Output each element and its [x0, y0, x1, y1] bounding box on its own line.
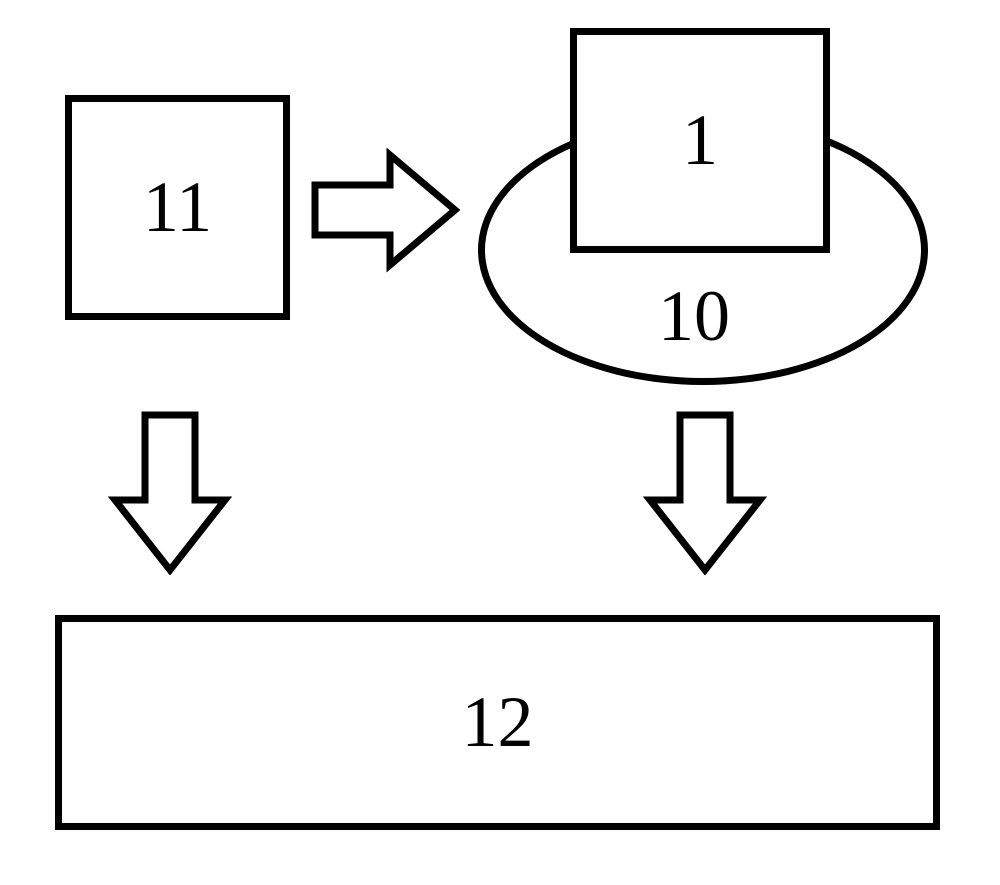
ellipse-10-label: 10 — [658, 275, 730, 358]
box-1-label: 1 — [682, 99, 718, 182]
box-12: 12 — [55, 615, 940, 830]
diagram-container: 10 1 11 12 — [0, 0, 1000, 885]
box-11-label: 11 — [143, 166, 212, 249]
arrow-right — [310, 145, 460, 275]
box-11: 11 — [65, 95, 290, 320]
box-1: 1 — [570, 28, 830, 253]
box-12-label: 12 — [462, 681, 534, 764]
arrow-down-right — [640, 410, 770, 575]
arrow-down-left — [105, 410, 235, 575]
